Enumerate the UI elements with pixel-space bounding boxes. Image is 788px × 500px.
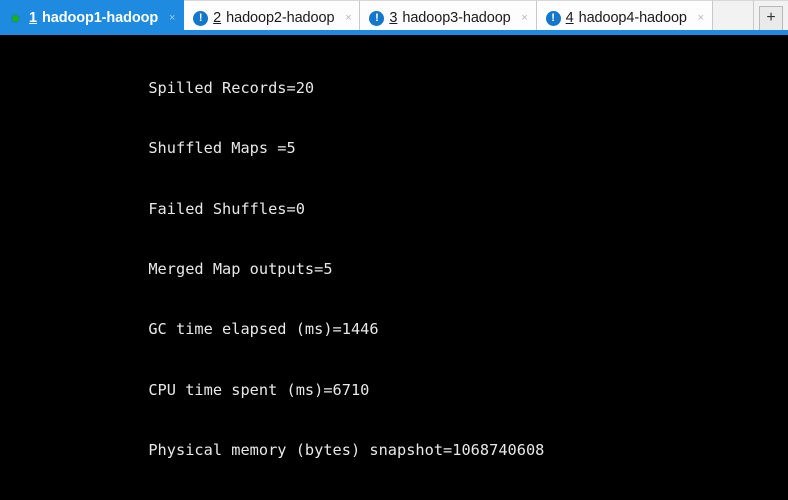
info-circle-icon-2 [193, 10, 209, 26]
terminal-output: Spilled Records=20 Shuffled Maps =5 Fail… [0, 38, 788, 500]
tab-index-2: 2 [213, 10, 222, 26]
terminal-line: Shuffled Maps =5 [1, 139, 296, 158]
tab-index-1: 1 [29, 10, 37, 26]
tab-label-1: 1 hadoop1-hadoop [29, 10, 158, 26]
terminal-pane[interactable]: Spilled Records=20 Shuffled Maps =5 Fail… [0, 35, 788, 500]
tab-title-1: hadoop1-hadoop [41, 10, 159, 26]
tab-close-icon-4[interactable]: × [696, 12, 706, 24]
tab-close-icon-1[interactable]: × [167, 12, 177, 24]
green-dot-icon [9, 11, 24, 26]
tab-title-3: hadoop3-hadoop [402, 10, 511, 26]
tab-title-2: hadoop2-hadoop [226, 10, 335, 26]
tab-title-4: hadoop4-hadoop [578, 10, 687, 26]
tab-label-3: 3 hadoop3-hadoop [389, 10, 510, 26]
info-circle-icon-3 [369, 10, 385, 26]
tab-close-icon-2[interactable]: × [343, 12, 353, 24]
tab-label-2: 2 hadoop2-hadoop [213, 10, 334, 26]
tab-close-icon-3[interactable]: × [520, 12, 530, 24]
terminal-line: CPU time spent (ms)=6710 [1, 380, 370, 399]
tab-label-4: 4 hadoop4-hadoop [566, 10, 687, 26]
new-tab-button[interactable]: + [759, 5, 783, 31]
terminal-line: GC time elapsed (ms)=1446 [1, 320, 379, 339]
tab-index-4: 4 [565, 10, 574, 26]
terminal-window: 1hadoop1-hadoop × 2hadoop2-hadoop × 3had… [0, 0, 788, 500]
terminal-line: Physical memory (bytes) snapshot=1068740… [1, 440, 545, 459]
info-circle-icon-4 [545, 10, 561, 26]
terminal-line: Spilled Records=20 [1, 79, 315, 98]
terminal-line: Merged Map outputs=5 [1, 260, 333, 279]
tab-index-3: 3 [389, 10, 398, 26]
terminal-line: Failed Shuffles=0 [1, 199, 305, 218]
tab-bar: 1hadoop1-hadoop × 2hadoop2-hadoop × 3had… [0, 0, 788, 35]
